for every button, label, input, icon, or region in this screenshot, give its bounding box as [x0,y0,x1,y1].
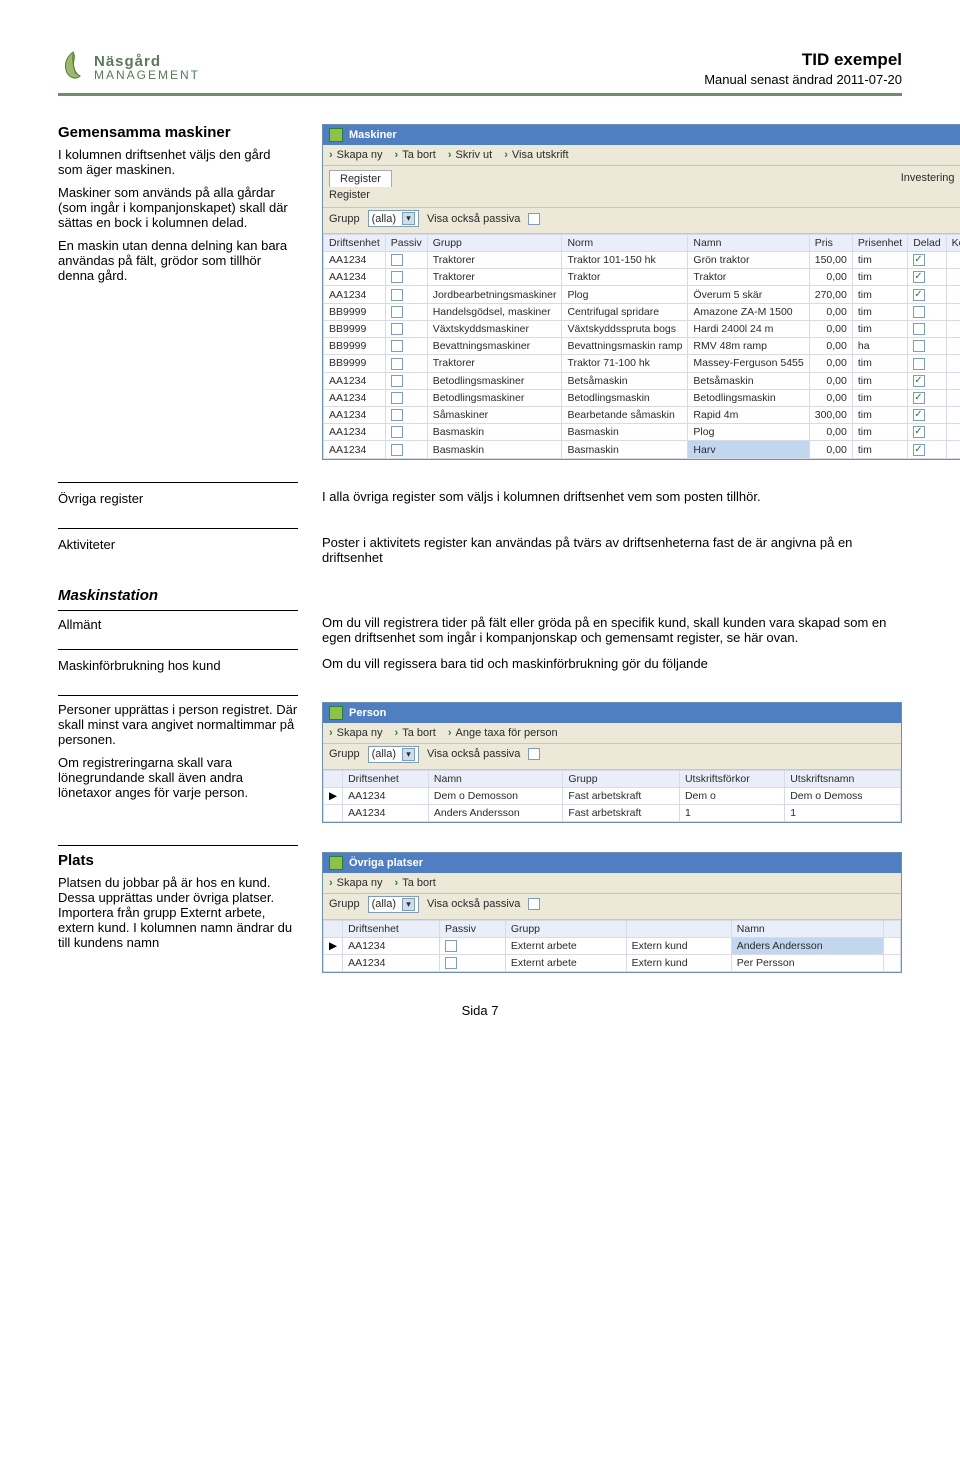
visa-passiva-checkbox[interactable] [528,898,540,910]
para: En maskin utan denna delning kan bara an… [58,238,298,283]
table-row[interactable]: AA1234JordbearbetningsmaskinerPlogÖverum… [324,286,960,303]
table-row[interactable]: ▶AA1234Externt arbeteExtern kundAnders A… [324,937,901,954]
visa-passiva-checkbox[interactable] [528,213,540,225]
toolbar-button[interactable]: Skapa ny [329,149,383,161]
grupp-select[interactable]: (alla)▾ [368,896,419,913]
def-text: Om du vill registrera tider på fält elle… [322,587,902,645]
toolbar-button[interactable]: Ta bort [395,877,436,889]
tab-investering[interactable]: Investering [432,170,960,187]
para: Platsen du jobbar på är hos en kund. Des… [58,875,298,950]
def-label: Aktiviteter [58,535,298,552]
table-row[interactable]: AA1234Anders AnderssonFast arbetskraft11 [324,804,901,821]
table-row[interactable]: AA1234BetodlingsmaskinerBetodlingsmaskin… [324,389,960,406]
toolbar-button[interactable]: Visa utskrift [504,149,568,161]
doc-header: Näsgård MANAGEMENT TID exempel Manual se… [58,50,902,96]
table-row[interactable]: BB9999BevattningsmaskinerBevattningsmask… [324,338,960,355]
table-row[interactable]: AA1234Externt arbeteExtern kundPer Perss… [324,954,901,971]
page-footer: Sida 7 [58,1003,902,1018]
logo-line2: MANAGEMENT [94,69,200,82]
toolbar-button[interactable]: Ange taxa för person [448,727,558,739]
logo: Näsgård MANAGEMENT [58,50,200,82]
toolbar-button[interactable]: Ta bort [395,149,436,161]
ovriga-platser-screenshot: Övriga platserSkapa nyTa bortGrupp(alla)… [322,852,902,973]
para: Personer upprättas i person registret. D… [58,702,298,747]
window-title: Maskiner [323,125,960,145]
visa-passiva-checkbox[interactable] [528,748,540,760]
maskiner-table: DriftsenhetPassivGruppNormNamnPrisPrisen… [323,234,960,459]
grupp-select[interactable]: (alla)▾ [368,210,419,227]
window-title: Person [323,703,901,723]
table-row[interactable]: AA1234BetodlingsmaskinerBetsåmaskinBetså… [324,372,960,389]
table-row[interactable]: BB9999VäxtskyddsmaskinerVäxtskyddsspruta… [324,320,960,337]
person-screenshot: Person Skapa ny Ta bort Ange taxa för perso… [322,702,902,823]
para: Maskiner som används på alla gårdar (som… [58,185,298,230]
toolbar-button[interactable]: Ta bort [395,727,436,739]
toolbar-button[interactable]: Skapa ny [329,877,383,889]
window-title: Övriga platser [323,853,901,873]
subtab-register[interactable]: Register [329,189,370,201]
def-text: Om du vill regissera bara tid och maskin… [322,656,902,671]
def-text: Poster i aktivitets register kan använda… [322,535,902,565]
def-label: Maskinförbrukning hos kund [58,656,298,673]
heading-maskinstation: Maskinstation [58,587,298,604]
doc-date: Manual senast ändrad 2011-07-20 [704,72,902,87]
table-row[interactable]: ▶AA1234Dem o DemossonFast arbetskraftDem… [324,787,901,804]
para: Om registreringarna skall vara lönegrund… [58,755,298,800]
toolbar-button[interactable]: Skriv ut [448,149,492,161]
table-row[interactable]: AA1234TraktorerTraktor 101-150 hkGrön tr… [324,252,960,269]
table-row[interactable]: AA1234SåmaskinerBearbetande såmaskinRapi… [324,406,960,423]
maskiner-screenshot: Maskiner Skapa ny Ta bort Skriv ut Visa utsk… [322,124,960,460]
person-table: DriftsenhetNamnGruppUtskriftsförkorUtskr… [323,770,901,822]
table-row[interactable]: AA1234TraktorerTraktorTraktor0,00tim [324,269,960,286]
doc-title: TID exempel [704,50,902,70]
heading-gemensamma: Gemensamma maskiner [58,124,298,141]
toolbar-button[interactable]: Skapa ny [329,727,383,739]
table-row[interactable]: AA1234BasmaskinBasmaskinHarv0,00tim [324,441,960,458]
toolbar: Skapa ny Ta bort Skriv ut Visa utskrift [323,145,960,166]
tab-register[interactable]: Register [329,170,392,187]
grupp-select[interactable]: (alla)▾ [368,746,419,763]
platser-table: DriftsenhetPassivGruppNamn▶AA1234Externt… [323,920,901,972]
table-row[interactable]: BB9999Handelsgödsel, maskinerCentrifugal… [324,303,960,320]
para: I kolumnen driftsenhet väljs den gård so… [58,147,298,177]
logo-line1: Näsgård [94,54,200,70]
table-row[interactable]: BB9999TraktorerTraktor 71-100 hkMassey-F… [324,355,960,372]
leaf-icon [58,50,88,82]
def-label: Övriga register [58,489,298,506]
heading-plats: Plats [58,852,298,869]
def-label: Allmänt [58,617,298,632]
table-row[interactable]: AA1234BasmaskinBasmaskinPlog0,00tim [324,424,960,441]
def-text: I alla övriga register som väljs i kolum… [322,489,902,504]
